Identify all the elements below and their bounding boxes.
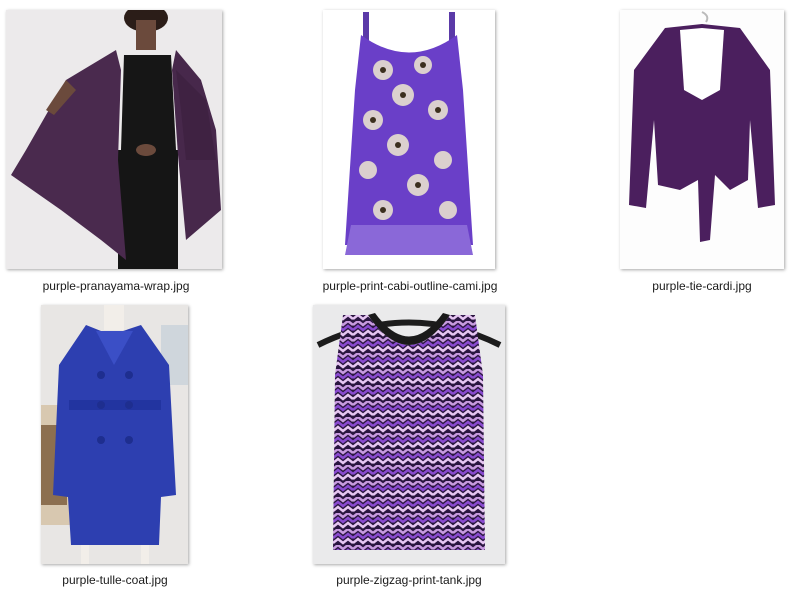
cardi-image — [620, 10, 784, 269]
thumbnail-tie-cardi[interactable] — [620, 10, 784, 269]
file-name-label: purple-pranayama-wrap.jpg — [42, 279, 190, 293]
coat-image — [41, 305, 188, 564]
file-name-label: purple-tulle-coat.jpg — [62, 573, 168, 587]
thumbnail-pranayama-wrap[interactable] — [6, 10, 222, 269]
file-name-label: purple-print-cabi-outline-cami.jpg — [322, 279, 498, 293]
file-name-label: purple-tie-cardi.jpg — [652, 279, 752, 293]
cami-image — [323, 10, 495, 269]
file-name-label: purple-zigzag-print-tank.jpg — [336, 573, 482, 587]
wrap-image — [6, 10, 222, 269]
thumbnail-zigzag-tank[interactable] — [313, 305, 505, 564]
thumbnail-tulle-coat[interactable] — [41, 305, 188, 564]
thumbnail-cabi-cami[interactable] — [323, 10, 495, 269]
zigzag-image — [313, 305, 505, 564]
